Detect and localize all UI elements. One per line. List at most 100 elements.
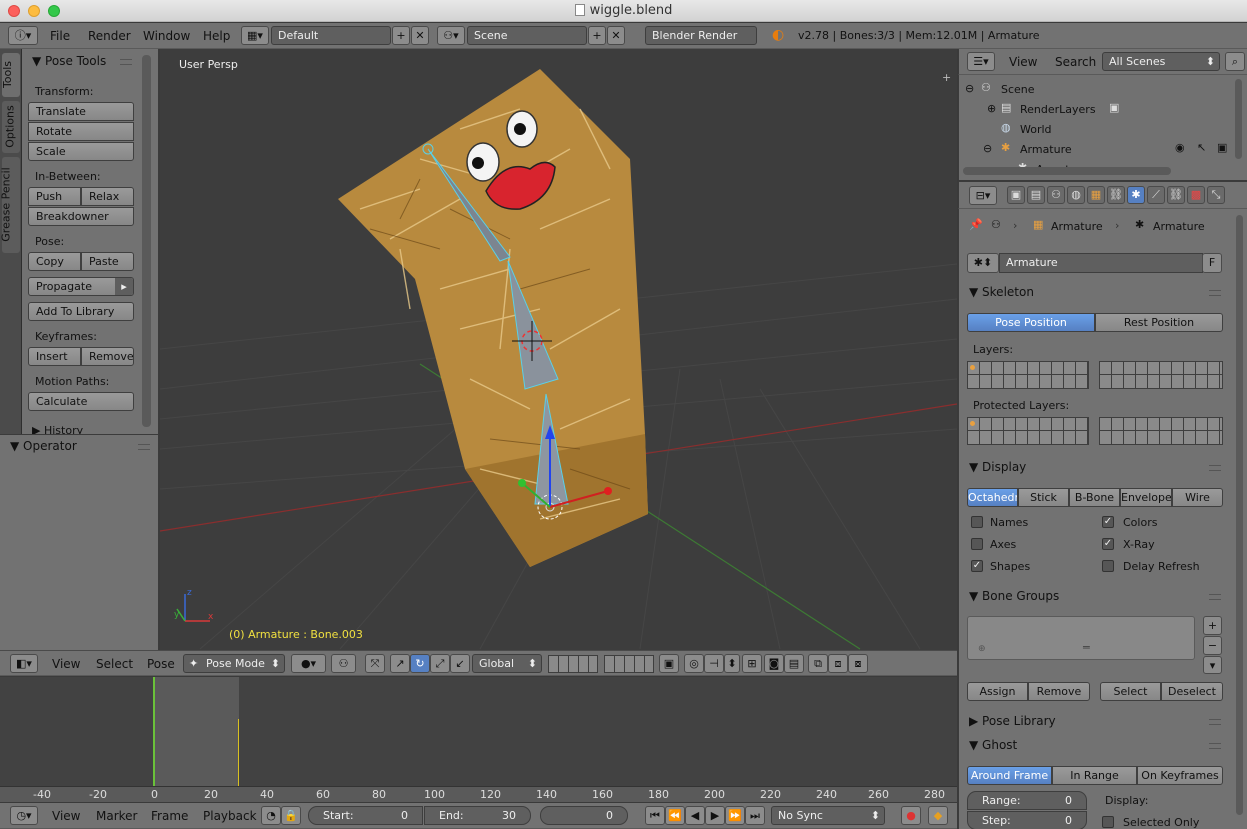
rotate-button[interactable]: Rotate bbox=[28, 122, 134, 141]
ghost-step-field[interactable]: Step: 0 bbox=[967, 811, 1087, 829]
bone-group-specials-icon[interactable]: ▾ bbox=[1203, 656, 1222, 674]
3d-viewport[interactable]: z x y User Persp (0) Armature : Bone.003… bbox=[160, 49, 957, 650]
rotate-manipulator-icon[interactable]: ↻ bbox=[410, 654, 430, 673]
display-bbone-button[interactable]: B-Bone bbox=[1069, 488, 1120, 507]
panel-grip-icon[interactable] bbox=[120, 59, 132, 65]
editor-type-info-icon[interactable]: ⓘ▾ bbox=[8, 26, 38, 45]
scene-tab-icon[interactable]: ⚇ bbox=[1047, 186, 1065, 204]
pose-tools-panel-header[interactable]: ▼ Pose Tools bbox=[32, 54, 106, 68]
menu-file[interactable]: File bbox=[50, 23, 70, 49]
panel-grip-icon[interactable] bbox=[1209, 719, 1221, 725]
expand-icon[interactable]: ⊕ bbox=[987, 102, 996, 115]
outliner-row-world[interactable]: ◍ World bbox=[963, 119, 1243, 139]
outliner-menu-search[interactable]: Search bbox=[1055, 49, 1096, 75]
remove-bone-group-button[interactable]: Remove bbox=[1028, 682, 1090, 701]
paste-flipped-pose-icon[interactable]: ⧇ bbox=[848, 654, 868, 673]
scene-layers-grid[interactable] bbox=[548, 655, 598, 673]
lock-layers-icon[interactable]: ▣ bbox=[659, 654, 679, 673]
panel-grip-icon[interactable] bbox=[1209, 594, 1221, 600]
scene-field[interactable]: Scene bbox=[467, 26, 587, 45]
armature-datablock-name-field[interactable]: Armature bbox=[999, 253, 1203, 273]
physics-tab-icon[interactable]: ⤡ bbox=[1207, 186, 1225, 204]
screen-layout-icon[interactable]: ▦▾ bbox=[241, 26, 269, 45]
menu-pose[interactable]: Pose bbox=[147, 651, 175, 677]
preview-range-icon[interactable]: ◔ bbox=[261, 806, 281, 825]
outliner-display-mode-select[interactable]: All Scenes ⬍ bbox=[1102, 52, 1220, 71]
lock-time-icon[interactable]: 🔒 bbox=[281, 806, 301, 825]
close-window-button[interactable] bbox=[8, 5, 20, 17]
delete-layout-x-icon[interactable]: ✕ bbox=[411, 26, 429, 45]
bone-groups-panel-header[interactable]: ▼ Bone Groups bbox=[969, 589, 1059, 603]
outliner-row-scene[interactable]: ⊖ ⚇ Scene bbox=[963, 79, 1243, 99]
menu-window[interactable]: Window bbox=[143, 23, 190, 49]
panel-grip-icon[interactable] bbox=[138, 444, 150, 450]
select-bone-group-button[interactable]: Select bbox=[1100, 682, 1161, 701]
scene-layers-grid-2[interactable] bbox=[604, 655, 654, 673]
translate-button[interactable]: Translate bbox=[28, 102, 134, 121]
render-engine-select[interactable]: Blender Render bbox=[645, 26, 757, 45]
keying-set-icon[interactable]: ◆ bbox=[928, 806, 948, 825]
menu-marker[interactable]: Marker bbox=[96, 803, 137, 829]
push-button[interactable]: Push bbox=[28, 187, 81, 206]
menu-render[interactable]: Render bbox=[88, 23, 131, 49]
names-checkbox[interactable] bbox=[971, 516, 983, 528]
tab-tools[interactable]: Tools bbox=[1, 53, 20, 97]
ghost-around-frame-button[interactable]: Around Frame bbox=[967, 766, 1052, 785]
outliner-row-armature[interactable]: ⊖ ✱ Armature ◉ ↖ ▣ bbox=[963, 139, 1243, 159]
copy-pose-icon[interactable]: ⧉ bbox=[808, 654, 828, 673]
paste-pose-button[interactable]: Paste bbox=[81, 252, 134, 271]
pose-library-panel-header[interactable]: ▶ Pose Library bbox=[969, 714, 1056, 728]
list-filter-icon[interactable]: ⊕ bbox=[978, 644, 986, 654]
current-frame-field[interactable]: 0 bbox=[540, 806, 628, 825]
menu-help[interactable]: Help bbox=[203, 23, 230, 49]
breakdowner-button[interactable]: Breakdowner bbox=[28, 207, 134, 226]
bone-constraints-tab-icon[interactable]: ⛓ bbox=[1167, 186, 1185, 204]
remove-bone-group-minus-icon[interactable]: − bbox=[1203, 636, 1222, 655]
object-tab-icon[interactable]: ▦ bbox=[1087, 186, 1105, 204]
menu-select[interactable]: Select bbox=[96, 651, 133, 677]
scene-icon[interactable]: ⚇▾ bbox=[437, 26, 465, 45]
bone-groups-list[interactable]: ⊕ ═ bbox=[967, 616, 1195, 660]
render-still-icon[interactable]: ◙ bbox=[764, 654, 784, 673]
editor-type-timeline-icon[interactable]: ◷▾ bbox=[10, 806, 38, 825]
relax-button[interactable]: Relax bbox=[81, 187, 134, 206]
render-animation-icon[interactable]: ▤ bbox=[784, 654, 804, 673]
snap-element-icon[interactable]: ⬍ bbox=[724, 654, 740, 673]
menu-view[interactable]: View bbox=[52, 651, 80, 677]
snap-toggle-icon[interactable]: ⊣ bbox=[704, 654, 724, 673]
assign-bone-group-button[interactable]: Assign bbox=[967, 682, 1028, 701]
pin-icon[interactable]: 📌 bbox=[969, 218, 983, 231]
jump-to-keyframe-next-icon[interactable]: ⏩ bbox=[725, 806, 745, 825]
display-octahedral-button[interactable]: Octahedr bbox=[967, 488, 1018, 507]
ghost-panel-header[interactable]: ▼ Ghost bbox=[969, 738, 1017, 752]
jump-to-end-icon[interactable]: ⏭ bbox=[745, 806, 765, 825]
editor-type-properties-icon[interactable]: ⊟▾ bbox=[969, 186, 997, 205]
menu-frame[interactable]: Frame bbox=[151, 803, 188, 829]
record-keyframes-icon[interactable]: ● bbox=[901, 806, 921, 825]
outliner-v-scrollbar[interactable] bbox=[1235, 79, 1242, 159]
selectability-cursor-icon[interactable]: ↖ bbox=[1197, 141, 1206, 154]
pivot-point-icon[interactable]: ⚇ bbox=[331, 654, 356, 673]
delay-refresh-checkbox[interactable] bbox=[1102, 560, 1114, 572]
copy-pose-button[interactable]: Copy bbox=[28, 252, 81, 271]
panel-grip-icon[interactable] bbox=[1209, 465, 1221, 471]
zoom-window-button[interactable] bbox=[48, 5, 60, 17]
insert-keyframe-button[interactable]: Insert bbox=[28, 347, 81, 366]
paste-pose-icon[interactable]: ⧈ bbox=[828, 654, 848, 673]
visibility-eye-icon[interactable]: ◉ bbox=[1175, 141, 1185, 154]
start-frame-field[interactable]: Start: 0 bbox=[308, 806, 423, 825]
transform-orientation-select[interactable]: Global ⬍ bbox=[472, 654, 542, 673]
delete-scene-x-icon[interactable]: ✕ bbox=[607, 26, 625, 45]
outliner-search-icon[interactable]: ⌕ bbox=[1225, 52, 1245, 71]
sync-mode-select[interactable]: No Sync ⬍ bbox=[771, 806, 885, 825]
calculate-paths-button[interactable]: Calculate bbox=[28, 392, 134, 411]
fake-user-button[interactable]: F bbox=[1202, 253, 1222, 273]
list-resize-handle-icon[interactable]: ═ bbox=[1083, 641, 1090, 654]
tab-grease-pencil[interactable]: Grease Pencil bbox=[0, 157, 20, 253]
xray-checkbox[interactable]: ✓ bbox=[1102, 538, 1114, 550]
collapse-icon[interactable]: ⊖ bbox=[965, 82, 974, 95]
operator-panel-header[interactable]: ▼ Operator bbox=[10, 439, 77, 453]
editor-type-3d-view-icon[interactable]: ◧▾ bbox=[10, 654, 38, 673]
minimize-window-button[interactable] bbox=[28, 5, 40, 17]
panel-grip-icon[interactable] bbox=[1209, 290, 1221, 296]
